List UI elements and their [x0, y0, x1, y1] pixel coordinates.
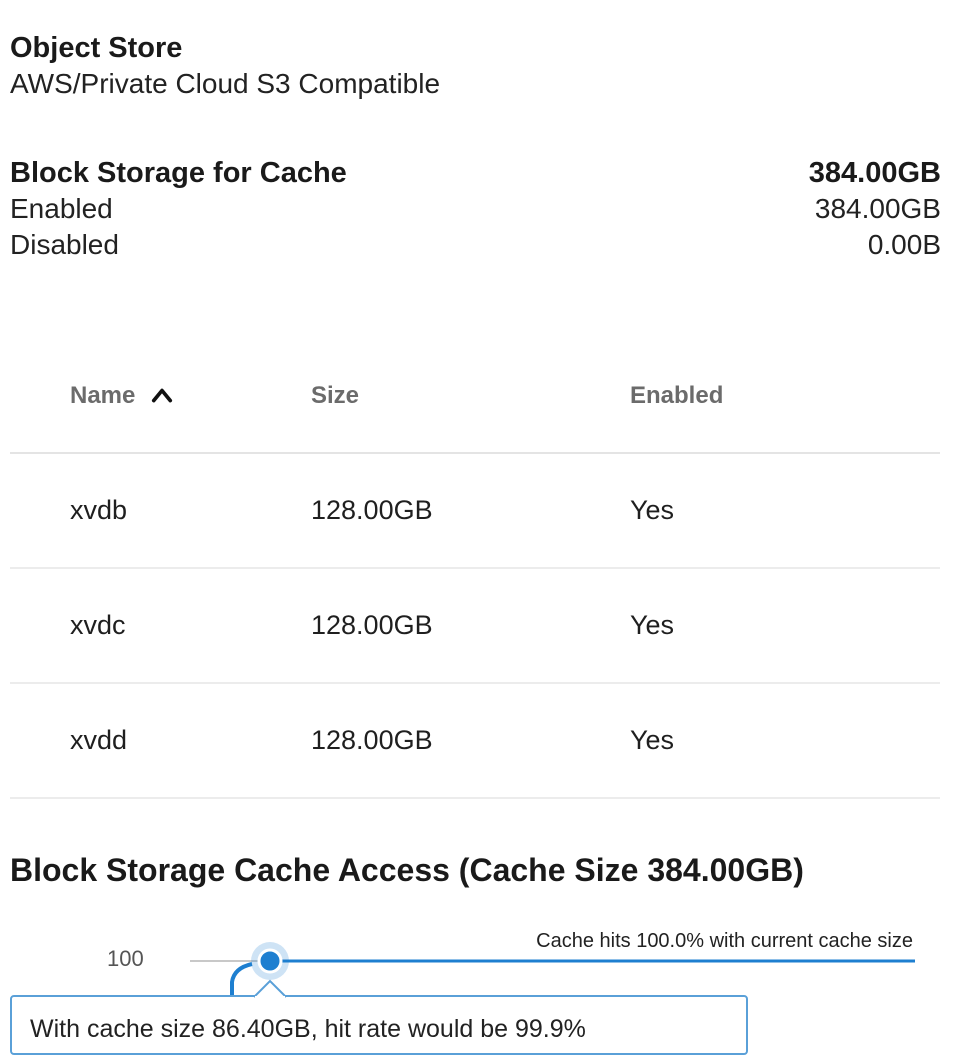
enabled-value: 384.00GB	[814, 193, 941, 224]
cell-size: 128.00GB	[311, 610, 433, 640]
cell-enabled: Yes	[630, 610, 675, 640]
hit-rate-tooltip: With cache size 86.40GB, hit rate would …	[10, 995, 748, 1055]
hover-point[interactable]	[257, 948, 283, 974]
tooltip-text: With cache size 86.40GB, hit rate would …	[30, 1015, 586, 1043]
object-store-title: Object Store	[10, 32, 183, 64]
cell-enabled: Yes	[630, 725, 675, 755]
cell-size: 128.00GB	[311, 725, 433, 755]
table-row[interactable]: xvdd 128.00GB Yes	[10, 684, 940, 799]
sort-ascending-icon[interactable]	[151, 385, 173, 407]
disabled-label: Disabled	[10, 229, 119, 260]
cell-enabled: Yes	[630, 495, 675, 525]
disabled-value: 0.00B	[867, 229, 941, 260]
cell-size: 128.00GB	[311, 495, 433, 525]
column-header-name[interactable]: Name	[10, 382, 311, 410]
table-header: Name Size Enabled	[10, 340, 940, 454]
cache-access-title: Block Storage Cache Access (Cache Size 3…	[10, 852, 804, 888]
column-header-size[interactable]: Size	[311, 382, 630, 410]
column-header-enabled[interactable]: Enabled	[630, 382, 940, 410]
disks-table: Name Size Enabled xvdb 128.00GB Yes xvdc…	[10, 340, 940, 799]
cell-name: xvdb	[70, 495, 128, 525]
cell-name: xvdd	[70, 725, 128, 755]
enabled-label: Enabled	[10, 193, 113, 224]
object-store-section: Object Store AWS/Private Cloud S3 Compat…	[10, 30, 941, 102]
block-storage-total: 384.00GB	[808, 157, 941, 189]
hit-rate-curve	[230, 962, 253, 998]
object-store-subtitle: AWS/Private Cloud S3 Compatible	[10, 68, 441, 99]
cache-access-chart: 100 Cache hits 100.0% with current cache…	[0, 920, 963, 1055]
block-storage-summary: Block Storage for Cache 384.00GB Enabled…	[10, 155, 941, 263]
table-row[interactable]: xvdc 128.00GB Yes	[10, 569, 940, 684]
cell-name: xvdc	[70, 610, 126, 640]
table-row[interactable]: xvdb 128.00GB Yes	[10, 454, 940, 569]
block-storage-title: Block Storage for Cache	[10, 157, 347, 189]
column-header-name-label: Name	[70, 382, 136, 409]
